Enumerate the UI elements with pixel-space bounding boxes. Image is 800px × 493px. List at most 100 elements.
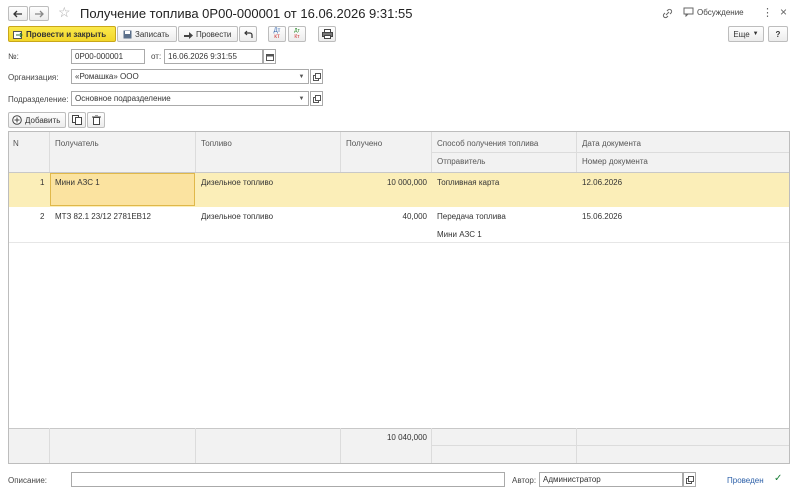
department-value: Основное подразделение [75,94,171,103]
col-header-received[interactable]: Получено [346,139,382,148]
row-2-received[interactable]: 40,000 [340,212,427,221]
discuss-button[interactable]: Обсуждение [683,7,744,17]
chat-icon [683,7,694,17]
undo-post-button[interactable] [239,26,257,42]
open-form-icon [312,72,321,81]
print-button[interactable] [318,26,336,42]
delete-row-button[interactable] [87,112,105,128]
dtkt-icon: Дт кт [274,28,281,40]
footer-subdivider [431,445,789,446]
check-icon: ✓ [774,473,783,484]
page-title: Получение топлива 0Р00-000001 от 16.06.2… [80,6,413,21]
status-link[interactable]: Проведен [727,476,764,485]
header-subdivider [431,152,789,153]
calendar-icon [265,53,274,61]
close-icon[interactable]: × [780,5,787,19]
dt-kt-button[interactable]: Дт Кт [288,26,306,42]
add-row-button[interactable]: Добавить [8,112,66,128]
open-form-icon [685,475,694,484]
forward-button[interactable] [29,6,49,21]
post-close-icon [13,29,23,39]
dt-kt-icon: Дт Кт [294,28,300,40]
arrow-left-icon [13,10,22,17]
row-1-received[interactable]: 10 000,000 [340,178,427,187]
row-2-sender[interactable]: Мини АЗС 1 [437,230,482,239]
discuss-label: Обсуждение [697,7,744,17]
row-1-method[interactable]: Топливная карта [437,178,499,187]
footer-divider [49,428,50,463]
col-header-n[interactable]: N [13,139,19,148]
arrow-right-icon [35,10,44,17]
department-label: Подразделение: [8,95,69,104]
fuel-table: N Получатель Топливо Получено Способ пол… [8,131,790,464]
save-button[interactable]: Записать [117,26,177,42]
number-label: №: [8,52,19,61]
date-field[interactable]: 16.06.2026 9:31:55 [164,49,263,64]
number-value: 0Р00-000001 [75,52,124,61]
row-2-doc-date[interactable]: 15.06.2026 [582,212,622,221]
organization-dropdown-icon[interactable]: ▼ [296,70,307,83]
more-button[interactable]: Еще ▼ [728,26,764,42]
number-field[interactable]: 0Р00-000001 [71,49,145,64]
row-2-fuel[interactable]: Дизельное топливо [201,212,273,221]
date-value: 16.06.2026 9:31:55 [168,52,237,61]
more-label: Еще [733,29,750,39]
col-header-doc-number[interactable]: Номер документа [582,157,648,166]
department-field[interactable]: Основное подразделение [71,91,309,106]
post-arrow-icon [183,29,193,39]
chevron-down-icon: ▼ [752,31,759,37]
copy-icon [72,115,82,125]
dtkt-report-button[interactable]: Дт кт [268,26,286,42]
post-button[interactable]: Провести [178,26,238,42]
trash-icon [91,115,101,125]
col-header-fuel[interactable]: Топливо [201,139,232,148]
author-open-button[interactable] [683,472,696,487]
kt-text: Кт [294,34,300,40]
author-value: Администратор [543,475,601,484]
floppy-icon [122,29,132,39]
link-icon[interactable] [662,8,673,21]
menu-dots-icon[interactable]: ⋮ [762,6,773,19]
department-dropdown-icon[interactable]: ▼ [296,92,307,105]
add-label: Добавить [25,115,61,125]
printer-icon [321,29,333,39]
department-open-button[interactable] [310,91,323,106]
row-1-recipient[interactable]: Мини АЗС 1 [55,178,100,187]
col-header-method[interactable]: Способ получения топлива [437,139,538,148]
organization-value: «Ромашка» ООО [75,72,139,81]
row-2-n: 2 [40,212,45,221]
col-header-recipient[interactable]: Получатель [55,139,99,148]
total-received: 10 040,000 [386,433,427,442]
row-1-doc-date[interactable]: 12.06.2026 [582,178,622,187]
organization-open-button[interactable] [310,69,323,84]
dtkt-bottom-text: кт [274,34,280,40]
save-label: Записать [135,29,170,39]
col-header-sender[interactable]: Отправитель [437,157,485,166]
favorite-star-icon[interactable]: ☆ [58,5,71,19]
help-button[interactable]: ? [768,26,788,42]
copy-row-button[interactable] [68,112,86,128]
row-2-method[interactable]: Передача топлива [437,212,506,221]
post-and-close-label: Провести и закрыть [26,29,107,39]
row-1-fuel[interactable]: Дизельное топливо [201,178,273,187]
help-label: ? [775,29,781,39]
comment-label: Описание: [8,476,48,485]
post-and-close-button[interactable]: Провести и закрыть [8,26,116,42]
date-label: от: [151,52,162,61]
back-button[interactable] [8,6,28,21]
calendar-button[interactable] [263,49,276,64]
col-header-doc-date[interactable]: Дата документа [582,139,641,148]
plus-circle-icon [12,115,22,125]
organization-label: Организация: [8,73,59,82]
open-form-icon [312,94,321,103]
row-2-recipient[interactable]: МТЗ 82.1 23/12 2781ЕВ12 [55,212,151,221]
author-field[interactable]: Администратор [539,472,683,487]
organization-field[interactable]: «Ромашка» ООО [71,69,309,84]
footer-divider [195,428,196,463]
table-empty-area [9,243,789,428]
comment-field[interactable] [71,472,505,487]
author-label: Автор: [512,476,537,485]
post-label: Провести [196,29,232,39]
undo-icon [244,30,253,38]
row-1-n: 1 [40,178,45,187]
